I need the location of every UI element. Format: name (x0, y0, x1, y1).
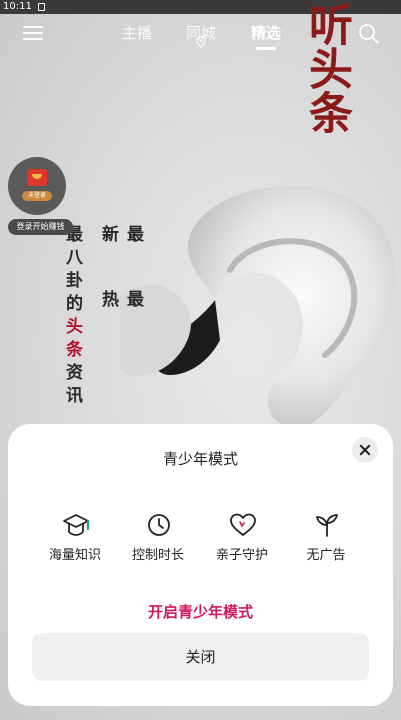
red-envelope-icon (27, 169, 47, 186)
sim-icon (38, 3, 45, 11)
tab-featured-label: 精选 (250, 24, 281, 42)
feature-parental-guard: 亲子守护 (202, 512, 282, 563)
login-reward-widget[interactable]: 未登录 (8, 157, 66, 215)
tab-featured[interactable]: 精选 (249, 22, 283, 50)
feature-no-ads: 无广告 (286, 512, 366, 563)
feature-knowledge: 海量知识 (35, 512, 115, 563)
login-status-badge: 未登录 (22, 191, 52, 201)
sheet-title: 青少年模式 (162, 450, 238, 468)
search-icon[interactable] (358, 23, 380, 45)
sprout-icon (316, 514, 338, 537)
tab-city-label: 同城 (185, 24, 216, 42)
feature-knowledge-label: 海量知识 (48, 548, 101, 563)
banner-column-left-b: 资讯 (62, 363, 82, 409)
tab-active-indicator (256, 47, 276, 50)
feature-time-control-label: 控制时长 (131, 548, 184, 563)
status-time: 10:11 (3, 1, 32, 12)
feature-no-ads-label: 无广告 (306, 548, 346, 563)
app-screen: 10:11 听头条 最八卦的头条资讯 最新 最热 主播 同城 精选 未登录 登录… (0, 0, 401, 720)
close-button[interactable]: 关闭 (32, 633, 369, 681)
clock-icon (148, 514, 170, 536)
feature-parental-guard-label: 亲子守护 (215, 548, 268, 563)
tab-anchor-label: 主播 (121, 24, 152, 42)
enable-teen-mode-link[interactable]: 开启青少年模式 (8, 601, 393, 622)
banner-column-left-a: 最八卦的 (62, 225, 82, 317)
teen-mode-sheet: 青少年模式 海量知识 控制时长 亲子守护 无广告 开启青少年模式 关闭 (8, 424, 393, 706)
ear-illustration (120, 185, 395, 429)
heart-icon (230, 513, 256, 536)
tab-city[interactable]: 同城 (184, 22, 218, 43)
top-tabs: 主播 同城 精选 (0, 22, 401, 52)
tab-anchor[interactable]: 主播 (120, 22, 154, 43)
banner-column-right-a: 最新 (98, 225, 143, 248)
banner-highlight: 头条 (62, 317, 82, 363)
banner-column-left: 最八卦的头条资讯 (60, 225, 85, 425)
graduation-cap-icon (63, 514, 90, 536)
close-icon[interactable] (352, 437, 378, 463)
banner-column-right-b: 最热 (98, 290, 143, 313)
login-reward-label[interactable]: 登录开始赚钱 (8, 219, 73, 235)
feature-time-control: 控制时长 (118, 512, 198, 563)
